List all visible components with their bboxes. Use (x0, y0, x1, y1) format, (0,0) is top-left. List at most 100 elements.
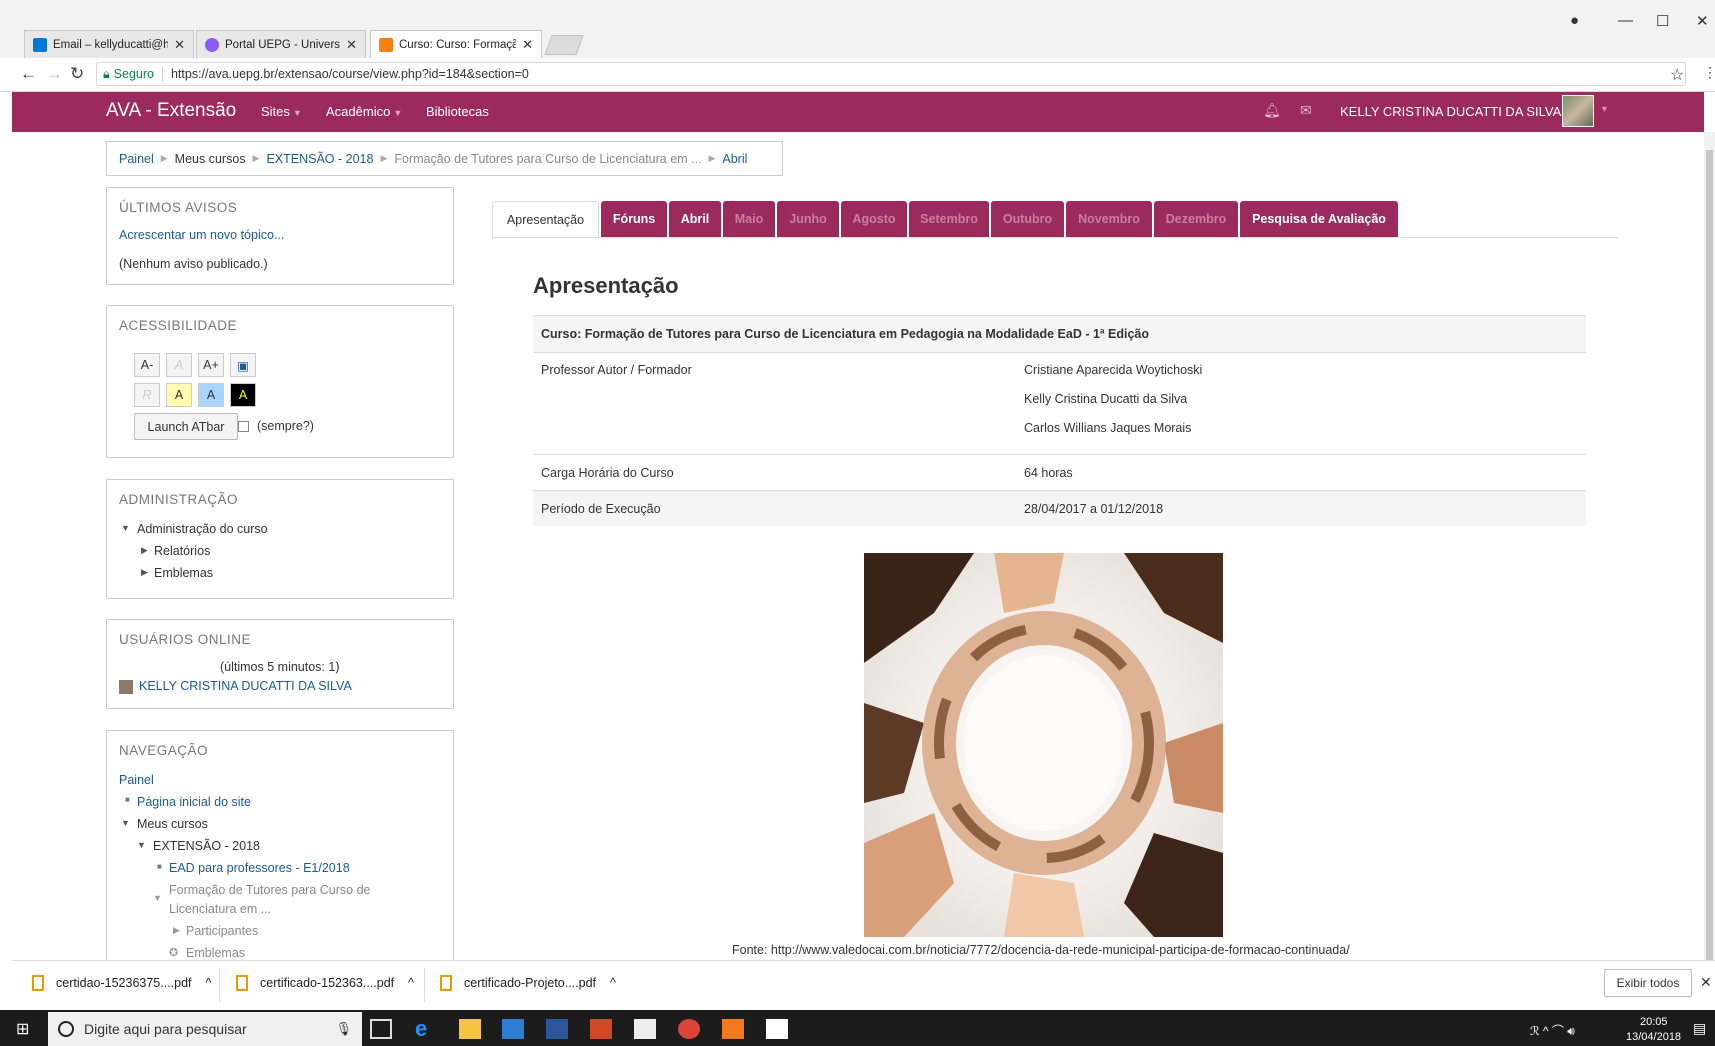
nav-extensao[interactable]: EXTENSÃO - 2018 (153, 839, 260, 853)
tray-icons[interactable]: ℛ ^ ⌒ 🔊︎ (1530, 1022, 1575, 1039)
message-icon[interactable]: ✉ (1300, 102, 1312, 119)
taskbar-search-field[interactable]: Digite aqui para pesquisar 🎙︎ (48, 1012, 362, 1046)
color-yellow-button[interactable]: A (166, 383, 192, 407)
crumb-course[interactable]: Formação de Tutores para Curso de Licenc… (394, 152, 701, 166)
bookmark-star-icon[interactable]: ☆ (1670, 65, 1684, 85)
periodo-value: 28/04/2017 a 01/12/2018 (1024, 502, 1164, 516)
tab-apresentacao[interactable]: Apresentação (492, 201, 599, 237)
periodo-label: Período de Execução (541, 502, 661, 516)
chevron-down-icon[interactable]: ▼ (1600, 104, 1609, 114)
menu-sites[interactable]: Sites ▼ (261, 104, 302, 119)
clock-date[interactable]: 13/04/2018 (1626, 1031, 1681, 1043)
prof-name: Cristiane Aparecida Woytichoski (1024, 363, 1203, 377)
word-icon[interactable] (546, 1019, 568, 1039)
tab-agosto: Agosto (841, 201, 907, 237)
download-item[interactable]: certidao-15236375....pdf ^ (32, 975, 211, 991)
close-window-button[interactable]: ✕ (1696, 12, 1709, 30)
close-icon[interactable]: ✕ (346, 37, 357, 53)
photos-icon[interactable] (766, 1019, 788, 1039)
close-icon[interactable]: ✕ (522, 37, 533, 53)
reload-icon[interactable]: ↻ (70, 64, 84, 84)
tab-abril[interactable]: Abril (669, 201, 721, 237)
download-item[interactable]: certificado-Projeto....pdf ^ (440, 975, 616, 991)
scrollbar-thumb[interactable] (1706, 150, 1713, 970)
crumb-abril[interactable]: Abril (722, 152, 747, 166)
bell-icon[interactable]: 🔔︎ (1263, 102, 1281, 119)
nav-pagina-inicial[interactable]: Página inicial do site (137, 795, 251, 809)
font-decrease-button[interactable]: A- (134, 353, 160, 377)
tab-pesquisa-avaliacao[interactable]: Pesquisa de Avaliação (1240, 201, 1398, 237)
expanded-icon: ▼ (137, 840, 146, 850)
menu-bibliotecas[interactable]: Bibliotecas (426, 104, 489, 119)
section-title: Apresentação (533, 273, 679, 298)
windows-start-icon[interactable]: ⊞ (16, 1019, 29, 1039)
crumb-painel[interactable]: Painel (119, 152, 154, 166)
save-settings-icon[interactable]: ▣ (230, 353, 256, 377)
collapsed-icon: ▶ (173, 925, 180, 935)
browser-tab-curso[interactable]: Curso: Curso: Formação ✕ (370, 30, 542, 58)
font-reset-button[interactable]: A (166, 353, 192, 377)
chevron-up-icon[interactable]: ^ (206, 976, 212, 990)
admin-course-item[interactable]: Administração do curso (137, 522, 268, 536)
user-menu[interactable]: KELLY CRISTINA DUCATTI DA SILVA (1340, 104, 1561, 119)
forward-icon[interactable]: → (46, 64, 63, 84)
browser-tab-email[interactable]: Email – kellyducatti@hot ✕ (24, 30, 194, 58)
crumb-separator-icon: ▶ (160, 153, 168, 163)
minimize-button[interactable]: — (1618, 12, 1633, 29)
maximize-button[interactable]: ☐ (1656, 12, 1669, 30)
close-icon[interactable]: ✕ (174, 37, 185, 53)
table-row: Curso: Formação de Tutores para Curso de… (533, 315, 1586, 352)
admin-emblemas-item[interactable]: Emblemas (154, 566, 213, 580)
add-topic-link[interactable]: Acrescentar um novo tópico... (119, 228, 284, 242)
app-icon[interactable] (722, 1019, 744, 1039)
microphone-icon[interactable]: 🎙︎ (335, 1021, 352, 1037)
task-view-icon[interactable] (370, 1019, 392, 1039)
font-increase-button[interactable]: A+ (198, 353, 224, 377)
collapsed-icon: ▶ (141, 567, 148, 577)
chevron-up-icon[interactable]: ^ (610, 976, 616, 990)
launch-atbar-button[interactable]: Launch ATbar (134, 413, 238, 440)
powerpoint-icon[interactable] (590, 1019, 612, 1039)
menu-dots-icon[interactable]: ⋮ (1703, 64, 1715, 81)
crumb-separator-icon: ▶ (252, 153, 260, 163)
notification-icon[interactable]: ▤ (1693, 1020, 1706, 1037)
nav-participantes[interactable]: Participantes (186, 924, 258, 938)
nav-ead-professores[interactable]: EAD para professores - E1/2018 (169, 861, 350, 875)
crumb-extensao[interactable]: EXTENSÃO - 2018 (266, 152, 373, 166)
nav-formacao-tutores-cont[interactable]: Licenciatura em ... (169, 902, 271, 916)
chevron-up-icon[interactable]: ^ (408, 976, 414, 990)
nav-emblemas[interactable]: Emblemas (186, 946, 245, 960)
profile-icon[interactable]: ● (1570, 12, 1579, 29)
admin-relatorios-item[interactable]: Relatórios (154, 544, 210, 558)
avatar[interactable] (1562, 95, 1594, 127)
color-reset-button[interactable]: R (134, 383, 160, 407)
nav-meus-cursos[interactable]: Meus cursos (137, 817, 208, 831)
nav-formacao-tutores[interactable]: Formação de Tutores para Curso de (169, 883, 371, 897)
download-item[interactable]: certificado-152363....pdf ^ (236, 975, 414, 991)
nav-painel[interactable]: Painel (119, 773, 154, 787)
color-black-button[interactable]: A (230, 383, 256, 407)
show-all-downloads-button[interactable]: Exibir todos (1604, 969, 1692, 997)
url-field[interactable]: 🔒︎ Seguro https://ava.uepg.br/extensao/c… (96, 62, 1686, 86)
collapsed-icon: ▶ (141, 545, 148, 555)
edge-icon[interactable]: e (415, 1016, 427, 1042)
store-icon[interactable] (502, 1019, 524, 1039)
menu-academico[interactable]: Acadêmico ▼ (326, 104, 402, 119)
clock-time[interactable]: 20:05 (1640, 1016, 1668, 1028)
color-blue-button[interactable]: A (198, 383, 224, 407)
back-icon[interactable]: ← (20, 64, 37, 84)
prof-name: Carlos Willians Jaques Morais (1024, 421, 1192, 435)
image-source-caption: Fonte: http://www.valedocai.com.br/notic… (732, 943, 1350, 957)
crumb-separator-icon: ▶ (380, 153, 388, 163)
online-user-link[interactable]: KELLY CRISTINA DUCATTI DA SILVA (139, 679, 352, 693)
chrome-icon[interactable] (678, 1019, 700, 1039)
always-checkbox[interactable] (238, 421, 249, 432)
close-icon[interactable]: ✕ (1700, 974, 1712, 991)
carga-value: 64 horas (1024, 466, 1073, 480)
browser-tab-portal[interactable]: Portal UEPG - Universida ✕ (196, 30, 366, 58)
block-usuarios-online: USUÁRIOS ONLINE (últimos 5 minutos: 1) K… (106, 619, 454, 709)
site-brand[interactable]: AVA - Extensão (106, 100, 236, 122)
file-explorer-icon[interactable] (459, 1019, 481, 1039)
tab-foruns[interactable]: Fóruns (601, 201, 667, 237)
mail-icon[interactable] (634, 1019, 656, 1039)
